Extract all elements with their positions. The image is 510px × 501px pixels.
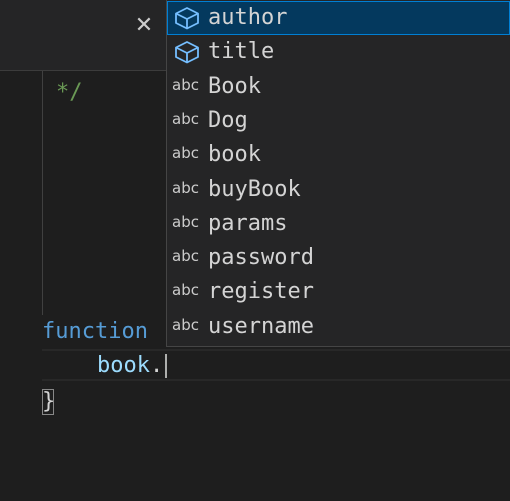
suggest-item-params[interactable]: abc params	[167, 207, 510, 241]
closing-brace: }	[42, 389, 56, 414]
dot-operator: .	[149, 353, 164, 378]
suggest-item-label: Dog	[208, 107, 248, 133]
text-cursor	[165, 354, 167, 378]
suggest-item-author[interactable]: author	[167, 1, 510, 35]
suggest-item-label: password	[208, 245, 314, 271]
suggest-item-password[interactable]: abc password	[167, 241, 510, 275]
suggest-item-register[interactable]: abc register	[167, 275, 510, 309]
suggest-item-dog[interactable]: abc Dog	[167, 104, 510, 138]
suggest-widget: author title abc Book abc Dog abc book abc buyBoo…	[166, 0, 510, 347]
suggest-item-label: buyBook	[208, 176, 301, 202]
suggest-item-label: register	[208, 279, 314, 305]
suggest-item-book[interactable]: abc Book	[167, 70, 510, 104]
object-identifier: book	[97, 353, 150, 378]
indent-guide	[42, 71, 43, 315]
property-icon	[175, 41, 199, 64]
suggest-item-book[interactable]: abc book	[167, 138, 510, 172]
property-icon	[175, 7, 199, 30]
suggest-item-label: Book	[208, 73, 261, 99]
text-kind-icon: abc	[172, 144, 199, 163]
suggest-item-username[interactable]: abc username	[167, 310, 510, 344]
tab-close-button[interactable]: ✕	[130, 12, 158, 40]
suggest-item-title[interactable]: title	[167, 35, 510, 69]
function-keyword: function	[42, 319, 148, 344]
text-kind-icon: abc	[172, 315, 199, 334]
suggest-item-label: title	[208, 39, 275, 65]
suggest-item-buybook[interactable]: abc buyBook	[167, 173, 510, 207]
member-access-line: book.	[97, 349, 163, 383]
suggest-item-label: author	[208, 5, 288, 30]
comment-end: */	[56, 80, 83, 105]
editor-window: ✕ */ function book. } author title abc Book…	[0, 0, 510, 501]
text-kind-icon: abc	[172, 281, 199, 300]
text-kind-icon: abc	[172, 247, 199, 266]
text-kind-icon: abc	[172, 212, 199, 231]
suggest-item-label: params	[208, 210, 288, 236]
text-kind-icon: abc	[172, 178, 199, 197]
text-kind-icon: abc	[172, 109, 199, 128]
suggest-item-label: username	[208, 313, 314, 339]
text-kind-icon: abc	[172, 75, 199, 94]
suggest-item-label: book	[208, 142, 261, 168]
